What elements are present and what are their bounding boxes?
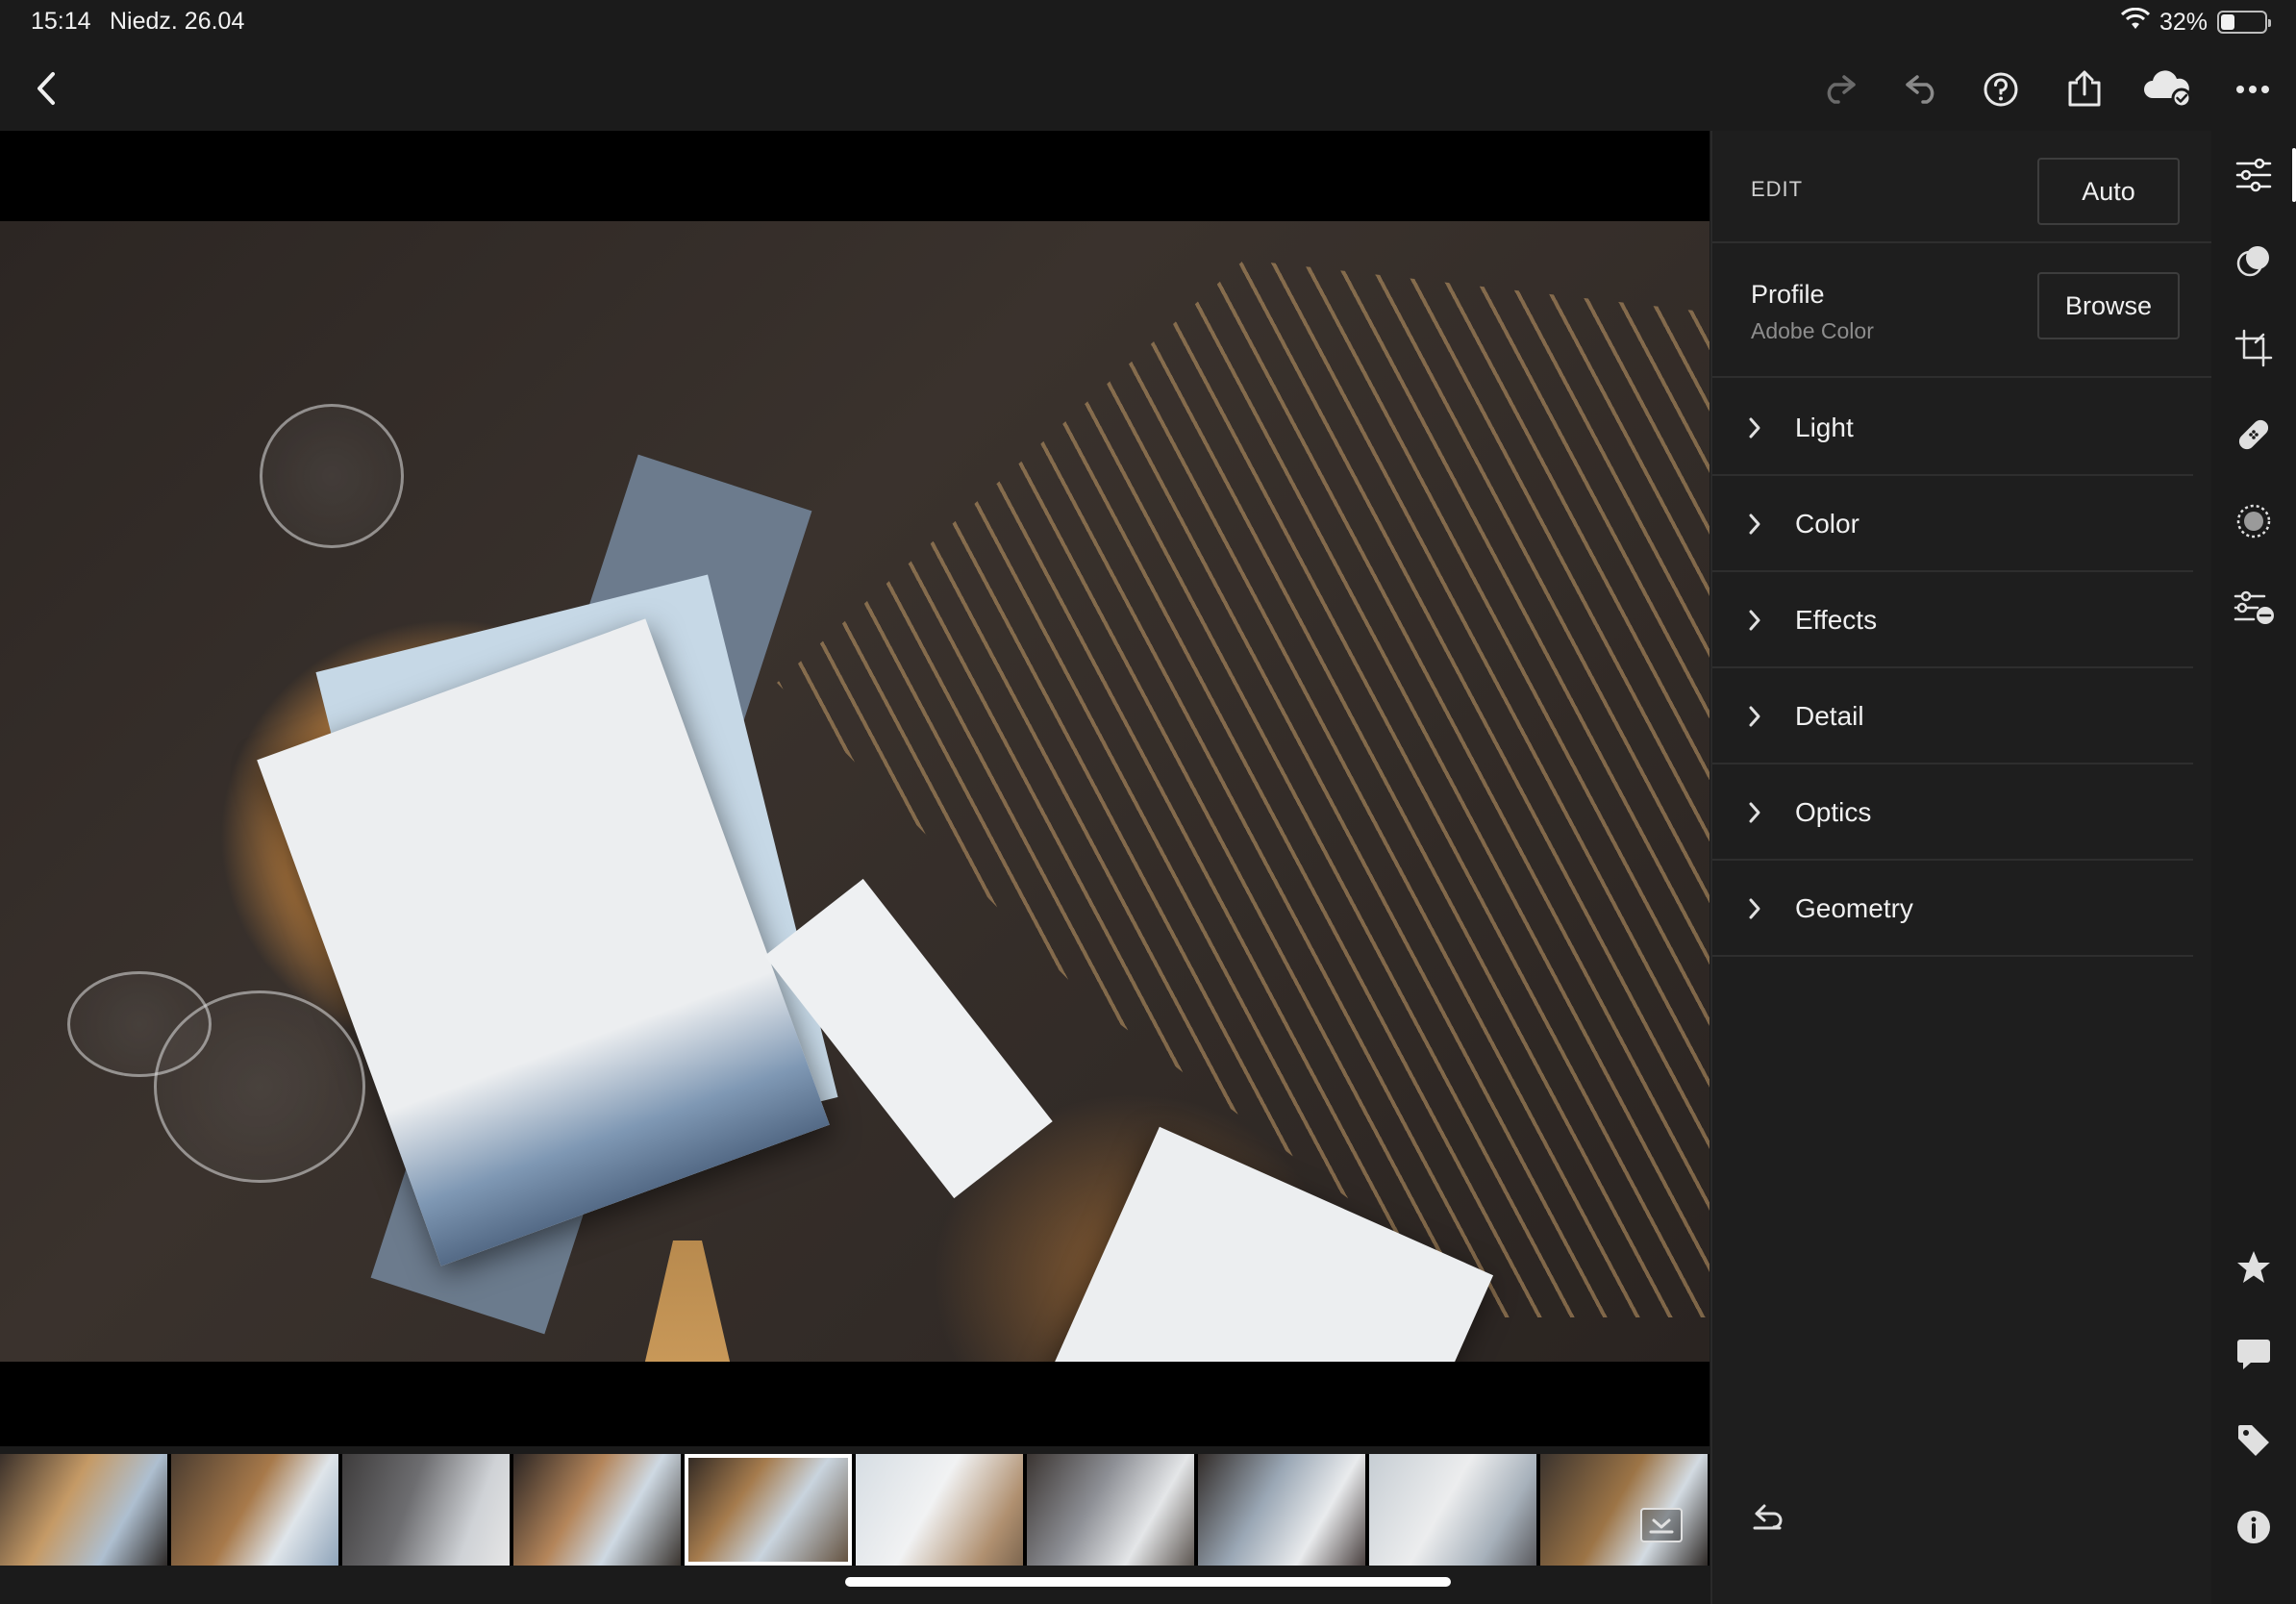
status-date: Niedz. 26.04: [110, 8, 245, 35]
comment-icon: [2237, 1340, 2270, 1369]
crop-tool-button[interactable]: [2211, 319, 2296, 377]
section-label: Detail: [1795, 701, 1864, 731]
wifi-icon: [2120, 7, 2151, 38]
edit-panel-header: EDIT Auto: [1712, 131, 2211, 243]
cloud-sync-button[interactable]: [2138, 63, 2196, 113]
edit-sections: Light Color Effects Detail Optics Geomet…: [1712, 380, 2193, 957]
rate-button[interactable]: [2211, 1239, 2296, 1296]
selective-adjust-icon: [2234, 590, 2274, 624]
status-bar: 15:14 Niedz. 26.04 32%: [0, 0, 2296, 46]
undo-icon: [1906, 75, 1934, 104]
auto-button[interactable]: Auto: [2037, 158, 2180, 225]
section-detail[interactable]: Detail: [1712, 668, 2193, 764]
keywords-button[interactable]: [2211, 1412, 2296, 1469]
chevron-right-icon: [1749, 417, 1760, 439]
photo-canvas[interactable]: [0, 131, 1710, 1446]
chevron-right-icon: [1749, 706, 1760, 727]
section-light[interactable]: Light: [1712, 380, 2193, 476]
status-indicators: 32%: [2120, 7, 2271, 38]
share-icon: [2068, 70, 2101, 107]
battery-percent: 32%: [2159, 8, 2208, 36]
profile-section: Profile Adobe Color Browse: [1712, 245, 2211, 378]
cloud-sync-icon: [2144, 70, 2192, 108]
home-indicator[interactable]: [845, 1577, 1451, 1587]
top-bar: [0, 46, 2296, 131]
browse-profile-button[interactable]: Browse: [2037, 272, 2180, 339]
chevron-left-icon: [37, 72, 55, 105]
sliders-icon: [2235, 158, 2272, 192]
star-icon: [2237, 1251, 2270, 1283]
filmstrip-thumb[interactable]: [0, 1454, 167, 1566]
info-button[interactable]: [2211, 1498, 2296, 1556]
filmstrip-thumb[interactable]: [1369, 1454, 1536, 1566]
redo-button[interactable]: [1815, 65, 1863, 113]
edit-panel-title: EDIT: [1751, 177, 1804, 201]
section-label: Optics: [1795, 797, 1872, 827]
filmstrip-thumb[interactable]: [856, 1454, 1023, 1566]
section-label: Geometry: [1795, 893, 1913, 923]
chevron-right-icon: [1749, 514, 1760, 535]
tag-icon: [2238, 1425, 2269, 1456]
share-button[interactable]: [2059, 63, 2109, 113]
masking-tool-button[interactable]: [2211, 492, 2296, 550]
info-icon: [2237, 1511, 2270, 1543]
redo-icon: [1827, 75, 1856, 104]
filmstrip-thumb[interactable]: [513, 1454, 681, 1566]
filmstrip-thumb[interactable]: [342, 1454, 510, 1566]
filmstrip-thumb[interactable]: [1540, 1454, 1708, 1566]
presets-tool-button[interactable]: [2211, 233, 2296, 290]
more-button[interactable]: [2229, 65, 2277, 113]
healing-tool-button[interactable]: [2211, 406, 2296, 464]
filmstrip-thumb-active[interactable]: [685, 1454, 852, 1566]
profile-title: Profile: [1751, 280, 1825, 309]
photo-glass: [154, 990, 365, 1183]
photo-glass: [260, 404, 404, 548]
section-label: Light: [1795, 413, 1854, 442]
status-time: 15:14: [31, 8, 91, 35]
photo-tassel: [615, 1241, 760, 1362]
help-icon: [1984, 72, 2018, 107]
section-geometry[interactable]: Geometry: [1712, 861, 2193, 957]
reset-edits-button[interactable]: [1751, 1502, 1785, 1536]
more-icon: [2236, 86, 2269, 93]
reset-icon: [1753, 1504, 1783, 1530]
chevron-right-icon: [1749, 898, 1760, 919]
help-button[interactable]: [1977, 65, 2025, 113]
battery-icon: [2217, 11, 2271, 34]
section-label: Effects: [1795, 605, 1878, 635]
profile-value: Adobe Color: [1751, 318, 1874, 343]
photo-image[interactable]: [0, 221, 1710, 1362]
filmstrip-thumb[interactable]: [171, 1454, 338, 1566]
comments-button[interactable]: [2211, 1325, 2296, 1383]
filmstrip-toggle-button[interactable]: [1640, 1508, 1683, 1542]
masking-icon: [2236, 504, 2271, 539]
tool-rail: [2211, 131, 2296, 1604]
filmstrip-thumb[interactable]: [1198, 1454, 1365, 1566]
section-label: Color: [1795, 509, 1859, 539]
bandage-icon: [2238, 419, 2269, 450]
selective-tool-button[interactable]: [2211, 579, 2296, 637]
chevron-right-icon: [1749, 610, 1760, 631]
section-optics[interactable]: Optics: [1712, 764, 2193, 861]
back-button[interactable]: [23, 65, 69, 112]
filmstrip[interactable]: [0, 1454, 1710, 1566]
filmstrip-collapse-icon: [1649, 1518, 1674, 1534]
edit-panel: EDIT Auto Profile Adobe Color Browse Lig…: [1710, 131, 2211, 1604]
battery-level: [2221, 14, 2235, 30]
filmstrip-thumb[interactable]: [1027, 1454, 1194, 1566]
edit-tool-button[interactable]: [2211, 146, 2296, 204]
section-effects[interactable]: Effects: [1712, 572, 2193, 668]
undo-button[interactable]: [1898, 65, 1946, 113]
section-color[interactable]: Color: [1712, 476, 2193, 572]
crop-icon: [2234, 329, 2273, 367]
presets-icon: [2236, 246, 2269, 277]
chevron-right-icon: [1749, 802, 1760, 823]
